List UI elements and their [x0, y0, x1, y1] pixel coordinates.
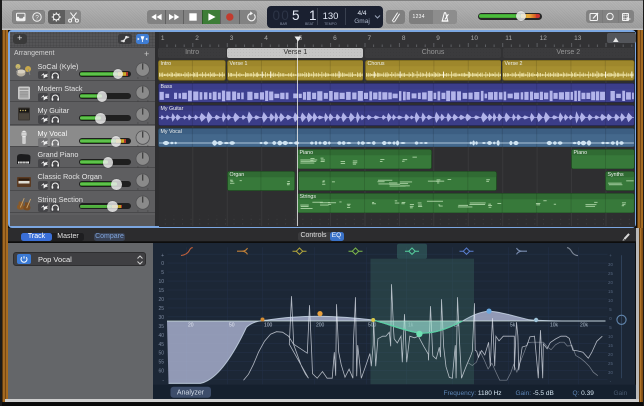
svg-text:45: 45: [158, 342, 164, 348]
svg-text:Q: 0.39: Q: 0.39: [572, 390, 594, 397]
svg-text:25: 25: [158, 306, 164, 312]
svg-text:10: 10: [608, 298, 613, 303]
svg-text:50: 50: [229, 322, 235, 328]
svg-text:15: 15: [608, 289, 613, 294]
svg-text:Verse 1: Verse 1: [229, 61, 247, 67]
svg-text:20: 20: [608, 352, 613, 357]
svg-text:25: 25: [608, 271, 613, 276]
svg-text:4: 4: [264, 35, 268, 42]
svg-text:Gain: Gain: [613, 390, 627, 397]
svg-text:5: 5: [609, 307, 612, 312]
svg-text:55: 55: [158, 359, 164, 365]
svg-text:Synths: Synths: [608, 172, 625, 178]
svg-text:35: 35: [158, 324, 164, 330]
svg-text:20k: 20k: [580, 322, 589, 328]
svg-text:Intro: Intro: [160, 61, 171, 67]
svg-text:My Vocal: My Vocal: [160, 129, 181, 135]
svg-text:5: 5: [609, 325, 612, 330]
svg-text:6: 6: [333, 35, 337, 42]
svg-text:-: -: [609, 379, 611, 384]
svg-text:30: 30: [158, 315, 164, 321]
svg-text:7: 7: [367, 35, 371, 42]
svg-text:15: 15: [608, 343, 613, 348]
svg-text:10: 10: [470, 35, 478, 42]
svg-text:5: 5: [161, 270, 164, 276]
svg-text:15: 15: [158, 288, 164, 294]
svg-text:30: 30: [608, 262, 613, 267]
svg-text:?: ?: [35, 14, 39, 21]
svg-text:8: 8: [401, 35, 405, 42]
svg-text:5k: 5k: [510, 322, 516, 328]
svg-text:Gain: -5.5 dB: Gain: -5.5 dB: [515, 390, 553, 397]
svg-text:20: 20: [158, 297, 164, 303]
svg-text:+: +: [609, 253, 612, 258]
svg-text:50: 50: [158, 350, 164, 356]
svg-text:200: 200: [316, 322, 325, 328]
svg-text:Strings: Strings: [300, 194, 317, 200]
svg-text:3: 3: [229, 35, 233, 42]
svg-text:20: 20: [608, 280, 613, 285]
svg-text:2: 2: [195, 35, 199, 42]
svg-text:Verse 2: Verse 2: [505, 61, 523, 67]
svg-text:+: +: [161, 253, 164, 259]
svg-text:40: 40: [158, 333, 164, 339]
svg-text:9: 9: [436, 35, 440, 42]
svg-text:60: 60: [158, 368, 164, 374]
svg-text:100: 100: [264, 322, 273, 328]
svg-text:10: 10: [158, 279, 164, 285]
svg-text:12: 12: [539, 35, 547, 42]
svg-text:0: 0: [161, 261, 164, 267]
svg-text:0: 0: [609, 316, 612, 321]
svg-text:Organ: Organ: [230, 172, 245, 178]
svg-text:-: -: [162, 377, 164, 383]
svg-text:Analyzer: Analyzer: [176, 389, 204, 396]
svg-text:Piano: Piano: [300, 150, 314, 156]
svg-text:13: 13: [574, 35, 582, 42]
svg-text:25: 25: [608, 361, 613, 366]
svg-text:My Guitar: My Guitar: [160, 106, 183, 112]
svg-text:Bass: Bass: [160, 84, 172, 90]
svg-text:20: 20: [188, 322, 194, 328]
svg-text:10k: 10k: [550, 322, 559, 328]
svg-text:Piano: Piano: [574, 150, 588, 156]
svg-text:11: 11: [505, 35, 512, 42]
svg-text:500: 500: [368, 322, 377, 328]
svg-text:Chorus: Chorus: [367, 61, 384, 67]
svg-text:10: 10: [608, 334, 613, 339]
svg-text:30: 30: [608, 370, 613, 375]
svg-text:1: 1: [160, 35, 164, 42]
svg-text:Frequency: 1180 Hz: Frequency: 1180 Hz: [443, 390, 501, 397]
